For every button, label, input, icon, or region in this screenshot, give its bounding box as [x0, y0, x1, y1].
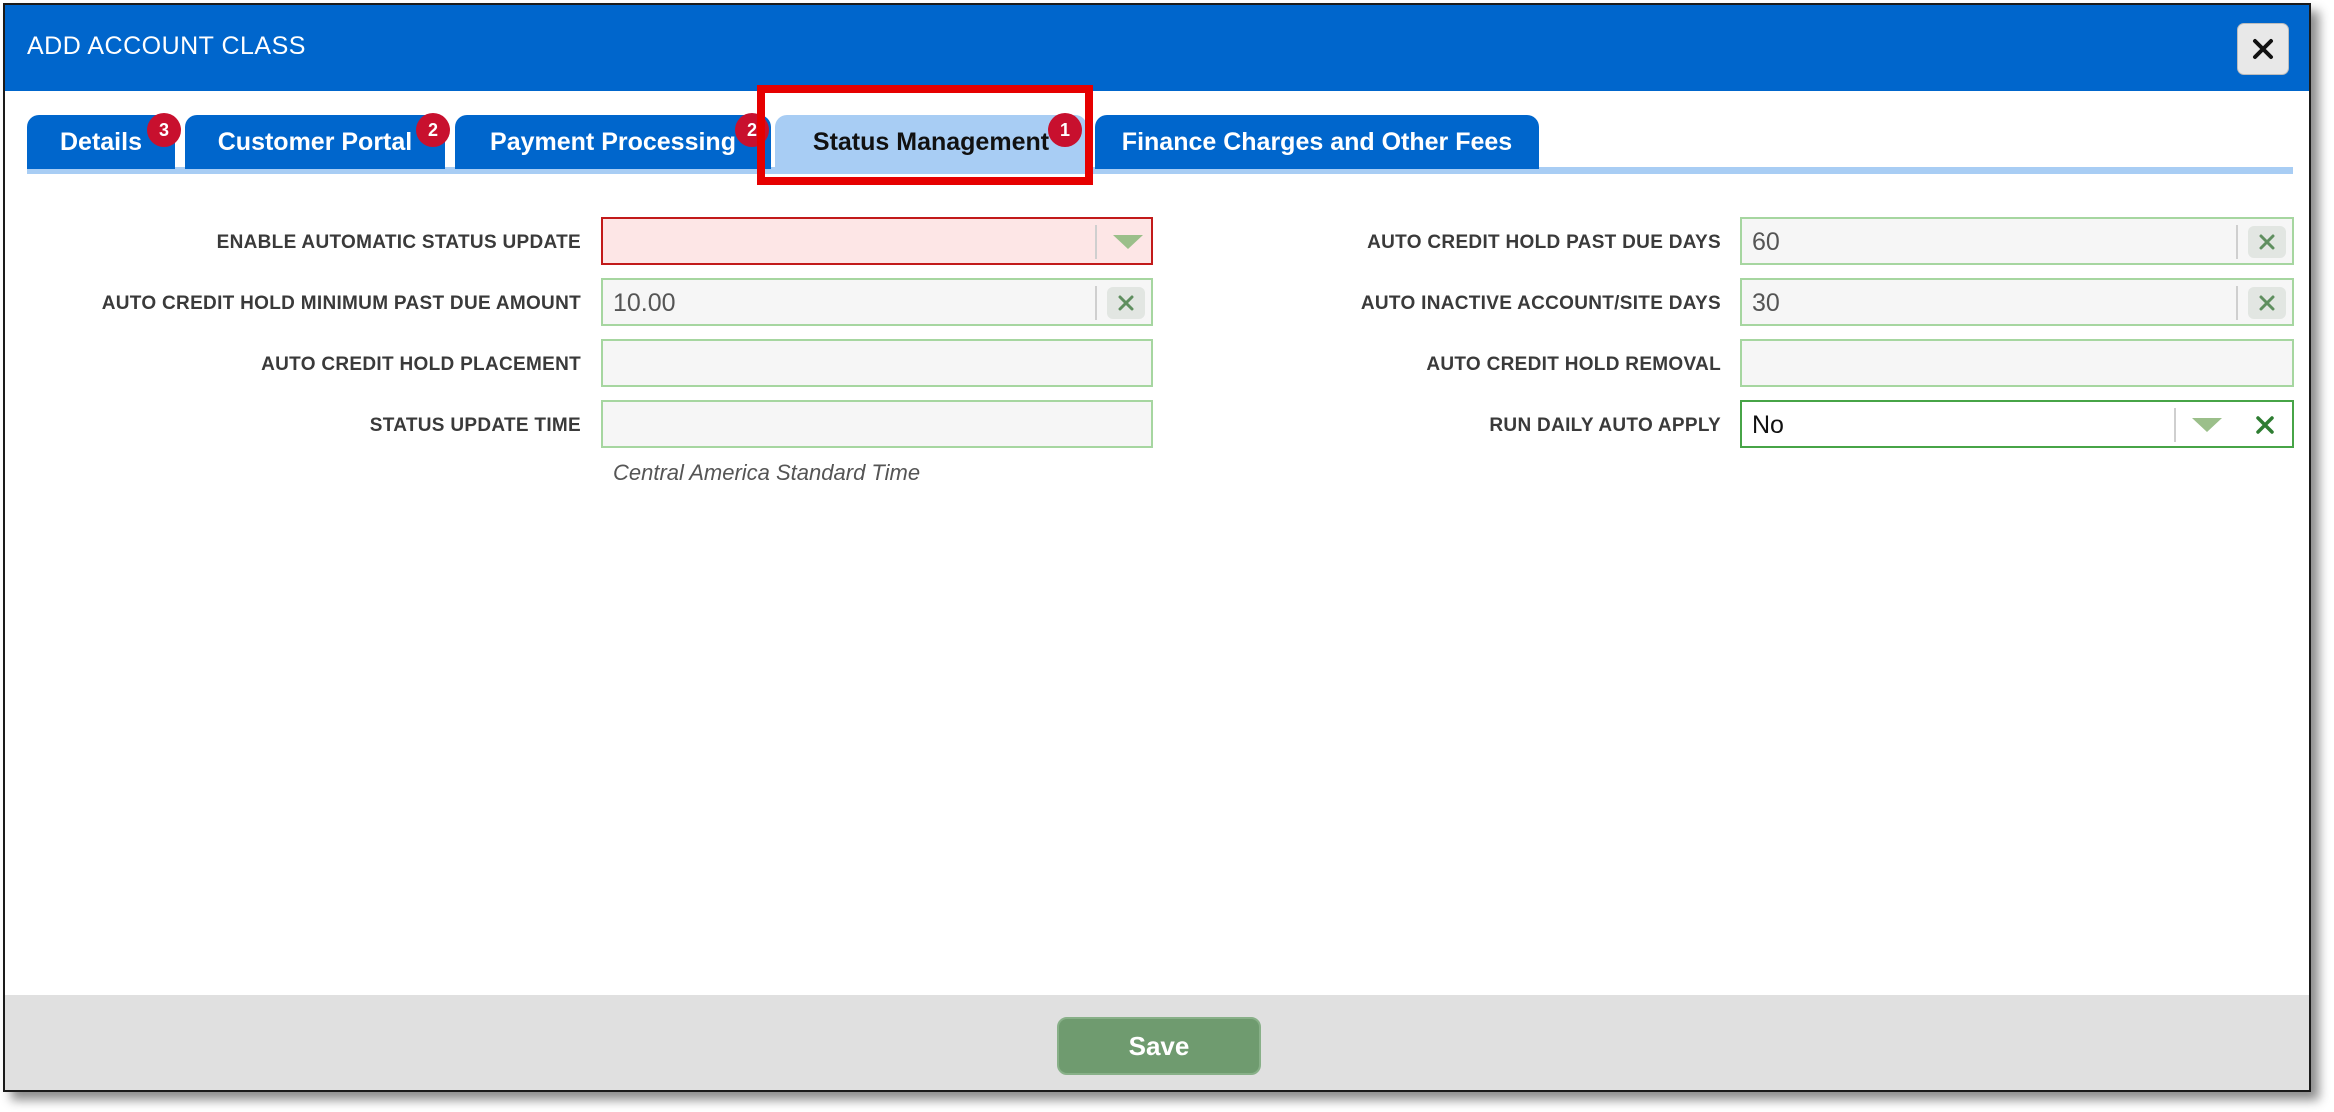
auto-credit-hold-min-amount-input[interactable]: 10.00	[601, 278, 1153, 326]
tab-status-management[interactable]: Status Management	[775, 115, 1087, 169]
tab-payment-processing-error-badge: 2	[735, 113, 769, 147]
tab-label: Status Management	[812, 127, 1050, 156]
status-update-time-input[interactable]	[601, 400, 1153, 448]
auto-credit-hold-placement-label: AUTO CREDIT HOLD PLACEMENT	[261, 354, 581, 375]
tab-customer-portal[interactable]: Customer Portal	[185, 115, 445, 169]
chevron-down-icon[interactable]	[2192, 418, 2222, 432]
close-icon	[2253, 39, 2273, 59]
auto-inactive-account-site-days-input[interactable]: 30	[1740, 278, 2294, 326]
chevron-down-icon[interactable]	[1113, 235, 1143, 249]
tab-label: Details	[60, 127, 142, 156]
field-divider	[1095, 286, 1097, 320]
auto-credit-hold-min-amount-value: 10.00	[613, 289, 676, 317]
auto-credit-hold-past-due-days-input[interactable]: 60	[1740, 217, 2294, 265]
tab-label: Customer Portal	[217, 127, 413, 156]
enable-automatic-status-update-select[interactable]	[601, 217, 1153, 265]
auto-credit-hold-placement-input[interactable]	[601, 339, 1153, 387]
auto-credit-hold-removal-input[interactable]	[1740, 339, 2294, 387]
tab-strip: Details 3 Customer Portal 2 Payment Proc…	[27, 111, 2293, 175]
tab-label: Payment Processing	[490, 127, 736, 156]
tab-payment-processing[interactable]: Payment Processing	[455, 115, 771, 169]
clear-icon	[2259, 234, 2275, 250]
auto-credit-hold-past-due-days-label: AUTO CREDIT HOLD PAST DUE DAYS	[1367, 232, 1721, 253]
tab-customer-portal-error-badge: 2	[416, 113, 450, 147]
save-button[interactable]: Save	[1057, 1017, 1261, 1075]
run-daily-auto-apply-select[interactable]: No	[1740, 400, 2294, 448]
tab-finance-charges[interactable]: Finance Charges and Other Fees	[1095, 115, 1539, 169]
add-account-class-dialog: ADD ACCOUNT CLASS Details 3 Customer Por…	[3, 3, 2311, 1092]
close-button[interactable]	[2237, 23, 2289, 75]
dialog-header: ADD ACCOUNT CLASS	[5, 5, 2309, 91]
field-divider	[2174, 408, 2176, 442]
auto-inactive-account-site-days-value: 30	[1752, 289, 1780, 317]
run-daily-auto-apply-label: RUN DAILY AUTO APPLY	[1489, 415, 1721, 436]
clear-icon	[1118, 295, 1134, 311]
tab-status-management-error-badge: 1	[1048, 113, 1082, 147]
field-divider	[2236, 225, 2238, 259]
field-divider	[2236, 286, 2238, 320]
clear-button[interactable]	[1107, 287, 1145, 319]
clear-button[interactable]	[2248, 287, 2286, 319]
enable-automatic-status-update-label: ENABLE AUTOMATIC STATUS UPDATE	[216, 232, 581, 253]
clear-icon[interactable]	[2256, 416, 2274, 434]
status-update-time-label: STATUS UPDATE TIME	[369, 415, 581, 436]
auto-credit-hold-removal-label: AUTO CREDIT HOLD REMOVAL	[1426, 354, 1721, 375]
clear-button[interactable]	[2248, 226, 2286, 258]
time-zone-hint: Central America Standard Time	[613, 460, 921, 485]
run-daily-auto-apply-value: No	[1752, 411, 1784, 439]
dialog-title: ADD ACCOUNT CLASS	[27, 32, 306, 60]
clear-icon	[2259, 295, 2275, 311]
auto-credit-hold-past-due-days-value: 60	[1752, 228, 1780, 256]
tab-details-error-badge: 3	[147, 113, 181, 147]
auto-credit-hold-min-amount-label: AUTO CREDIT HOLD MINIMUM PAST DUE AMOUNT	[101, 293, 581, 314]
tab-label: Finance Charges and Other Fees	[1121, 127, 1513, 156]
field-divider	[1095, 225, 1097, 259]
auto-inactive-account-site-days-label: AUTO INACTIVE ACCOUNT/SITE DAYS	[1360, 293, 1721, 314]
